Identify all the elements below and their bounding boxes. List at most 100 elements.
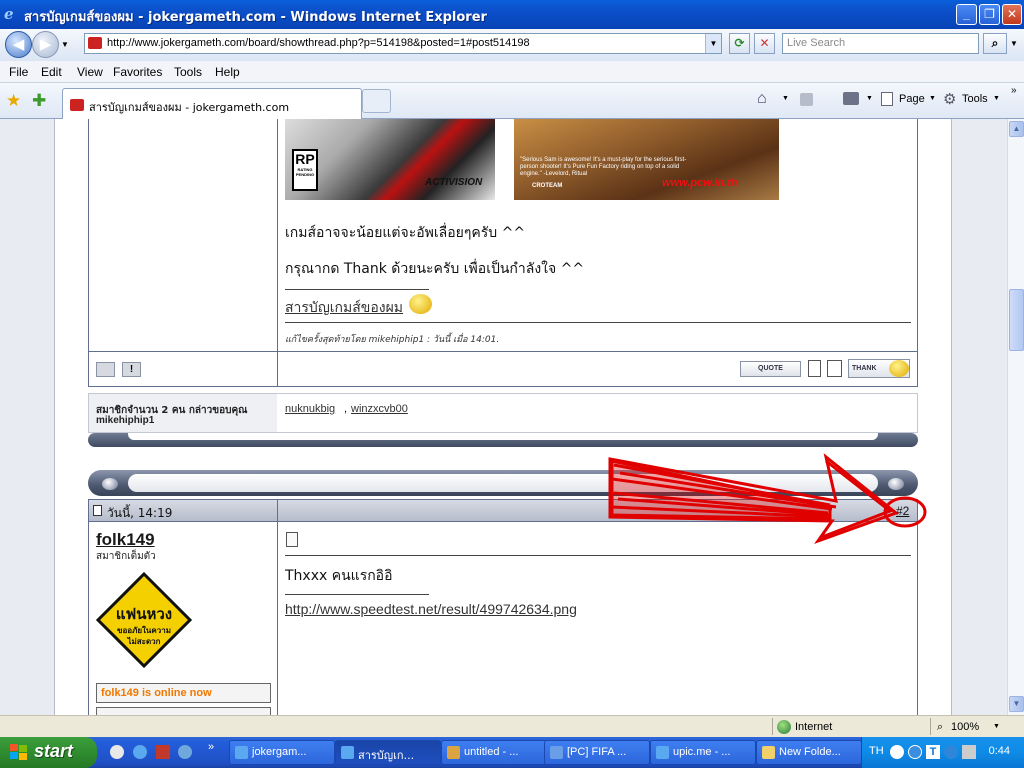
thanker-1[interactable]: nuknukbig (285, 403, 335, 415)
zoom-dropdown[interactable]: ▼ (993, 723, 1000, 730)
post-1-footer-line (88, 351, 918, 352)
post-2-icon (286, 532, 298, 547)
task-label: สารบัญเก... (358, 749, 415, 762)
quicklaunch-ie-icon[interactable] (133, 745, 147, 759)
speedtest-link[interactable]: http://www.speedtest.net/result/49974263… (285, 601, 577, 617)
tools-menu[interactable]: Tools (962, 93, 988, 105)
thanks-bottom-capsule (88, 433, 918, 447)
rp-text: RP (295, 151, 315, 167)
thank-button[interactable]: THANK (848, 359, 910, 378)
quicklaunch-more-icon[interactable]: » (208, 741, 214, 753)
tab-bar: ★ ✚ สารบัญเกมส์ของผม - jokergameth.com ⌂… (0, 83, 1024, 119)
menu-help[interactable]: Help (215, 65, 240, 79)
start-button[interactable]: start (0, 737, 97, 768)
forward-button[interactable]: ▶ (32, 31, 59, 58)
multiquote-icon[interactable] (808, 360, 821, 377)
feeds-icon[interactable] (800, 93, 813, 106)
tab-active[interactable]: สารบัญเกมส์ของผม - jokergameth.com (62, 88, 362, 119)
windows-logo-icon (10, 744, 27, 760)
stop-button[interactable]: ✕ (754, 33, 775, 54)
favorites-star-icon[interactable]: ★ (6, 91, 21, 111)
tray-volume-icon[interactable] (962, 745, 976, 759)
edited-note: แก้ไขครั้งสุดท้ายโดย mikehiphip1 : วันนี… (285, 335, 500, 345)
address-toolbar: ◀ ▶ ▼ http://www.jokergameth.com/board/s… (0, 29, 1024, 61)
task-upic[interactable]: upic.me - ... (650, 740, 756, 765)
user-avatar-badge: แฟนหวง ขออภัยในความ ไม่สะดวก (95, 571, 193, 669)
site-favicon (88, 37, 102, 49)
language-indicator[interactable]: TH (869, 745, 884, 757)
banner-quote: "Serious Sam is awesome! It's a must-pla… (520, 157, 687, 177)
menu-favorites[interactable]: Favorites (113, 65, 162, 79)
print-dropdown[interactable]: ▼ (866, 95, 873, 102)
search-input[interactable]: Live Search (782, 33, 979, 54)
back-button[interactable]: ◀ (5, 31, 32, 58)
tray-collapse-icon[interactable] (890, 745, 904, 759)
window-title: สารบัญเกมส์ของผม - jokergameth.com - Win… (24, 10, 487, 25)
task-label: [PC] FIFA ... (567, 746, 627, 758)
new-tab-button[interactable] (362, 89, 391, 113)
report-icon[interactable] (96, 362, 115, 377)
task-new-folder[interactable]: New Folde... (756, 740, 862, 765)
task-jokergameth[interactable]: jokergam... (229, 740, 335, 765)
tray-network-icon[interactable] (944, 745, 958, 759)
tray-t-icon[interactable]: T (926, 745, 940, 759)
task-untitled[interactable]: untitled - ... (441, 740, 547, 765)
quick-reply-icon[interactable] (827, 360, 842, 377)
print-icon[interactable] (843, 92, 859, 105)
page-menu[interactable]: Page (899, 93, 925, 105)
menu-tools[interactable]: Tools (174, 65, 202, 79)
post-icon (93, 505, 102, 516)
badge-line-3: ไม่สะดวก (127, 637, 161, 646)
zoom-level[interactable]: 100% (951, 721, 979, 733)
thank-label: THANK (852, 365, 877, 372)
scroll-down-button[interactable]: ▼ (1009, 696, 1024, 712)
close-button[interactable]: ✕ (1002, 4, 1022, 25)
chevron-more-icon[interactable]: » (1011, 85, 1017, 96)
scroll-thumb[interactable] (1009, 289, 1024, 351)
tools-dropdown[interactable]: ▼ (993, 95, 1000, 102)
task-label: jokergam... (252, 746, 307, 758)
banner-image: "Serious Sam is awesome! It's a must-pla… (514, 119, 779, 200)
refresh-button[interactable]: ⟳ (729, 33, 750, 54)
vertical-scrollbar[interactable]: ▲ ▼ (1007, 119, 1024, 715)
scroll-up-button[interactable]: ▲ (1009, 121, 1024, 137)
menu-view[interactable]: View (77, 65, 103, 79)
menu-file[interactable]: File (9, 65, 28, 79)
search-icon[interactable]: ⌕ (983, 33, 1007, 54)
page-dropdown[interactable]: ▼ (929, 95, 936, 102)
task-fifa[interactable]: [PC] FIFA ... (544, 740, 650, 765)
thanker-2[interactable]: winzxcvb00 (351, 403, 408, 415)
window-titlebar[interactable]: e สารบัญเกมส์ของผม - jokergameth.com - W… (0, 0, 1024, 29)
quicklaunch-c-icon[interactable] (110, 745, 124, 759)
restore-button[interactable]: ❐ (979, 4, 1000, 25)
warn-icon[interactable]: ! (122, 362, 141, 377)
signature-link[interactable]: สารบัญเกมส์ของผม (285, 297, 403, 319)
post-2-username[interactable]: folk149 (96, 530, 155, 550)
home-dropdown[interactable]: ▼ (782, 95, 789, 102)
quicklaunch-app2-icon[interactable] (178, 745, 192, 759)
activision-logo: ACTIVISION (425, 177, 483, 188)
add-favorite-icon[interactable]: ✚ (32, 91, 46, 111)
task-active-thread[interactable]: สารบัญเก... (335, 740, 441, 765)
address-dropdown[interactable]: ▼ (705, 34, 721, 53)
gear-icon: ⚙ (943, 91, 957, 108)
banner-watermark: www.pcw.in.th (662, 177, 738, 189)
menu-edit[interactable]: Edit (41, 65, 62, 79)
search-options-dropdown[interactable]: ▼ (1010, 39, 1018, 48)
tray-app-icon[interactable] (908, 745, 922, 759)
paint-task-icon (447, 746, 460, 759)
recent-pages-dropdown[interactable]: ▼ (61, 40, 69, 49)
edit-divider (285, 322, 911, 323)
address-input[interactable]: http://www.jokergameth.com/board/showthr… (84, 33, 722, 54)
status-separator (772, 718, 773, 735)
home-icon[interactable]: ⌂ (757, 90, 767, 108)
post-2-sig-divider (285, 594, 429, 595)
minimize-button[interactable]: _ (956, 4, 977, 25)
clock: 0:44 (988, 745, 1010, 757)
quote-button[interactable]: QUOTE (740, 361, 801, 377)
annotation-arrow-icon (608, 453, 927, 545)
ie-icon: e (4, 5, 14, 23)
quicklaunch-app-icon[interactable] (156, 745, 170, 759)
zoom-icon: ⌕ (937, 721, 944, 733)
capsule-highlight (128, 433, 878, 440)
